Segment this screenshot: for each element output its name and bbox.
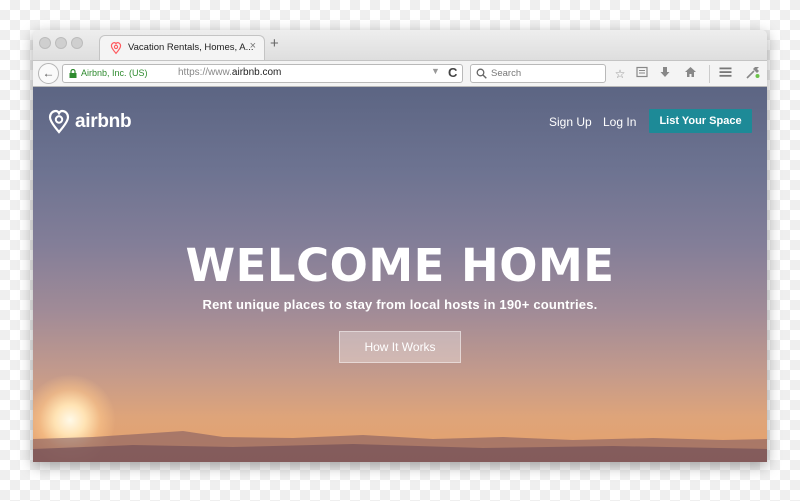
sign-up-link[interactable]: Sign Up xyxy=(549,115,592,129)
brand-wordmark[interactable]: airbnb xyxy=(75,111,132,133)
new-tab-button[interactable]: + xyxy=(270,35,279,52)
airbnb-favicon-icon xyxy=(110,42,122,55)
hero-subtitle: Rent unique places to stay from local ho… xyxy=(202,297,598,312)
hills-silhouette xyxy=(33,431,767,462)
star-icon[interactable]: ☆ xyxy=(612,66,628,82)
hero-title: WELCOME HOME xyxy=(185,239,615,292)
browser-window: Vacation Rentals, Homes, A... × + ← Airb… xyxy=(33,30,767,462)
minimize-window-button[interactable] xyxy=(55,37,67,49)
menu-icon[interactable] xyxy=(717,66,733,82)
zoom-window-button[interactable] xyxy=(71,37,83,49)
reload-icon[interactable]: C xyxy=(448,65,457,80)
airbnb-logo-icon[interactable] xyxy=(48,108,70,134)
browser-tab-airbnb[interactable]: Vacation Rentals, Homes, A... × xyxy=(99,35,265,60)
log-in-link[interactable]: Log In xyxy=(603,115,636,129)
tab-title: Vacation Rentals, Homes, A... xyxy=(128,42,254,53)
home-icon[interactable] xyxy=(682,66,698,82)
lock-icon xyxy=(69,69,77,78)
developer-icon[interactable] xyxy=(745,66,761,82)
search-input[interactable]: Search xyxy=(491,68,521,79)
history-dropdown-icon[interactable]: ▼ xyxy=(431,66,440,76)
list-your-space-button[interactable]: List Your Space xyxy=(649,109,752,133)
toolbar-separator xyxy=(709,65,710,83)
url-text[interactable]: https://www.airbnb.com xyxy=(178,67,281,78)
url-bar[interactable]: Airbnb, Inc. (US) https://www.airbnb.com… xyxy=(62,64,463,83)
how-it-works-button[interactable]: How It Works xyxy=(339,331,461,363)
reading-list-icon[interactable] xyxy=(634,66,650,82)
close-window-button[interactable] xyxy=(39,37,51,49)
url-prefix: https://www. xyxy=(178,67,232,78)
tab-close-icon[interactable]: × xyxy=(250,40,256,52)
url-domain: airbnb.com xyxy=(231,67,282,78)
search-icon xyxy=(476,68,487,79)
download-icon[interactable] xyxy=(657,66,673,82)
navigation-toolbar: ← Airbnb, Inc. (US) https://www.airbnb.c… xyxy=(33,60,767,87)
title-bar: Vacation Rentals, Homes, A... × + xyxy=(33,30,767,60)
page-viewport: airbnb Sign Up Log In List Your Space WE… xyxy=(33,87,767,462)
site-identity-label[interactable]: Airbnb, Inc. (US) xyxy=(81,68,148,78)
search-bar[interactable]: Search xyxy=(470,64,606,83)
back-button[interactable]: ← xyxy=(38,63,59,84)
